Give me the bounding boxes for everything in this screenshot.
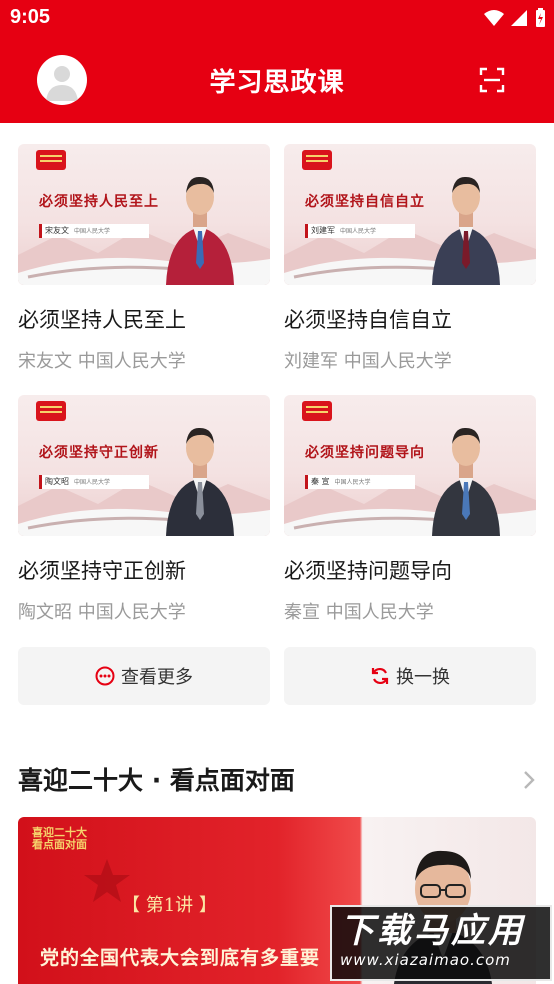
scan-icon [479,67,505,93]
lecturer-portrait [432,427,500,536]
course-title[interactable]: 必须坚持守正创新 [18,555,186,585]
course-card[interactable]: 必须坚持守正创新 陶文昭 中国人民大学 必须坚持守正创新 陶文昭 中国人民大学 [18,395,270,623]
course-thumbnail[interactable]: 必须坚持守正创新 陶文昭 中国人民大学 [18,395,270,536]
section-title[interactable]: 喜迎二十大 · 看点面对面 [18,761,295,797]
refresh-button[interactable]: 换一换 [284,647,536,705]
watermark-main: 下载马应用 [340,911,525,951]
chevron-right-icon[interactable] [520,769,538,791]
thumbnail-nameplate: 陶文昭 中国人民大学 [39,475,149,489]
thumbnail-slogan: 必须坚持人民至上 [39,194,159,210]
lecturer-portrait [166,176,234,285]
course-title[interactable]: 必须坚持问题导向 [284,555,452,585]
watermark-overlay: 下载马应用 www.xiazaimao.com [330,905,552,981]
thumbnail-nameplate: 宋友文 中国人民大学 [39,224,149,238]
more-dots-icon [95,666,115,686]
nameplate-org: 中国人民大学 [74,479,111,486]
event-badge [36,150,66,170]
nameplate-name: 陶文昭 [45,477,69,486]
nameplate-name: 刘建军 [311,226,335,235]
thumbnail-nameplate: 刘建军 中国人民大学 [305,224,415,238]
course-card[interactable]: 必须坚持问题导向秦 宣中国人民大学 必须坚持问题导向 秦宣 中国人民大学 [284,395,536,623]
app-header: 学习思政课 [0,36,554,123]
course-thumbnail[interactable]: 必须坚持问题导向秦 宣中国人民大学 [284,395,536,536]
course-author: 陶文昭 中国人民大学 [18,602,186,623]
nameplate-org: 中国人民大学 [340,228,377,235]
course-author: 宋友文 中国人民大学 [18,351,186,372]
status-bar: 9:05 [0,0,554,36]
course-card[interactable]: 必须坚持人民至上 宋友文 中国人民大学 必须坚持人民至上 宋友文 中国人民大学 [18,144,270,372]
lecturer-portrait [166,427,234,536]
thumbnail-nameplate: 秦 宣中国人民大学 [305,475,415,489]
course-author: 秦宣 中国人民大学 [284,602,434,623]
status-time: 9:05 [10,6,51,28]
course-card[interactable]: 必须坚持自信自立 刘建军 中国人民大学 必须坚持自信自立 刘建军 中国人民大学 [284,144,536,372]
banner-headline: 党的全国代表大会到底有多重要 [40,947,321,969]
refresh-label: 换一换 [396,667,450,688]
event-badge [302,401,332,421]
wifi-icon [484,10,504,26]
nameplate-org: 中国人民大学 [74,228,111,235]
banner-logo: 喜迎二十大 看点面对面 [32,826,87,851]
refresh-icon [371,667,389,685]
page-title: 学习思政课 [209,68,345,98]
nameplate-org: 中国人民大学 [334,479,371,486]
thumbnail-slogan: 必须坚持问题导向 [305,445,425,461]
watermark-url: www.xiazaimao.com [340,951,511,969]
lecturer-portrait [432,176,500,285]
scan-button[interactable] [478,66,506,94]
course-author: 刘建军 中国人民大学 [284,351,452,372]
app-screen: 9:05 学习思政课 必须坚持人民至上 宋友文 中国人民大学 必须坚持人民至上 宋友文 … [0,0,554,984]
thumbnail-slogan: 必须坚持自信自立 [305,194,425,210]
nameplate-name: 宋友文 [45,226,69,235]
battery-icon [536,8,545,27]
signal-icon [511,10,527,26]
course-title[interactable]: 必须坚持人民至上 [18,304,186,334]
course-title[interactable]: 必须坚持自信自立 [284,304,452,334]
view-more-button[interactable]: 查看更多 [18,647,270,705]
view-more-label: 查看更多 [121,667,193,688]
course-thumbnail[interactable]: 必须坚持人民至上 宋友文 中国人民大学 [18,144,270,285]
thumbnail-slogan: 必须坚持守正创新 [39,445,159,461]
event-badge [302,150,332,170]
course-thumbnail[interactable]: 必须坚持自信自立 刘建军 中国人民大学 [284,144,536,285]
status-icons [484,8,546,28]
banner-lecture-number: 【 第1讲 】 [122,895,217,916]
nameplate-name: 秦 宣 [311,477,330,486]
event-badge [36,401,66,421]
